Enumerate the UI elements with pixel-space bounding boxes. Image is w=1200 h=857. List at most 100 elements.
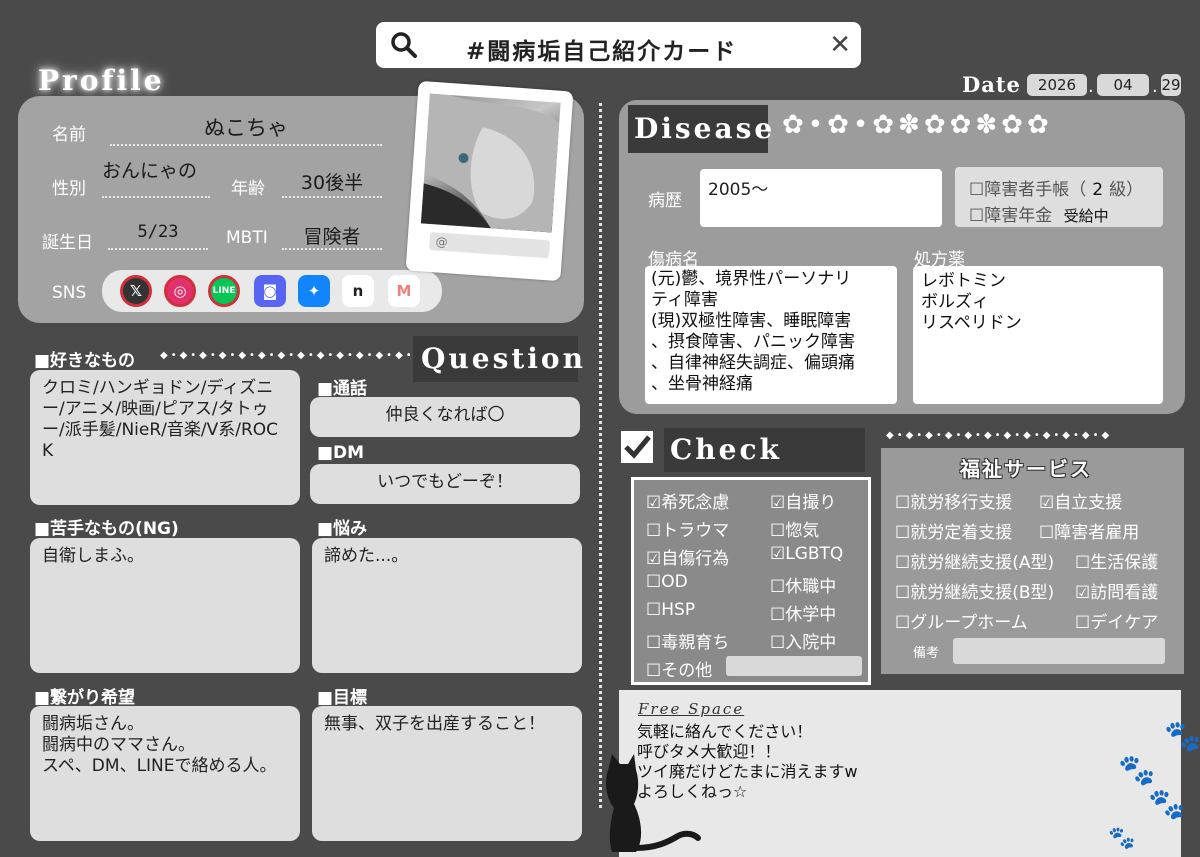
bluesky-icon[interactable]: ✦ [298, 275, 330, 307]
history-box: 2005〜 [700, 169, 942, 227]
connect-box: 闘病垢さん。 闘病中のママさん。 スペ、DM、LINEで絡める人。 [30, 706, 300, 841]
welfare-item[interactable]: ☐生活保護 [1075, 548, 1158, 573]
dotted-rule: ◆•◆•◆•◆•◆•◆•◆•◆•◆•◆•◆•◆•◆•◆• [160, 350, 435, 361]
profile-photo [420, 93, 561, 233]
sns-icon-row: 𝕏 ◎ LINE ◙ ✦ n M [102, 270, 442, 312]
checklist-item[interactable]: ☐毒親育ち [646, 628, 729, 653]
search-icon [391, 32, 417, 58]
diagnosis-line: 、坐骨神経痛 [651, 374, 753, 394]
diagnosis-line: 、自律神経失調症、偏頭痛 [651, 353, 855, 373]
meds-box: レボトミン ボルズィ リスペリドン [913, 266, 1163, 404]
handbook-label: ☐障害者手帳（ [969, 180, 1087, 200]
date-year: 2026 [1027, 74, 1087, 96]
checklist-item[interactable]: ☐休職中 [770, 572, 836, 597]
meds-line: ボルズィ [921, 292, 989, 312]
name-value: ぬこちゃ [110, 112, 382, 146]
likes-title: ■好きなもの [34, 351, 136, 371]
cat-silhouette-icon [606, 754, 701, 852]
checklist-item[interactable]: ☑自撮り [770, 488, 836, 513]
line-icon[interactable]: LINE [208, 275, 240, 307]
disease-tag: Disease [628, 105, 772, 153]
welfare-item[interactable]: ☐就労定着支援 [895, 518, 1012, 543]
mbti-label: MBTI [226, 228, 268, 248]
connect-line: スペ、DM、LINEで絡める人。 [42, 756, 277, 776]
meds-line: リスペリドン [921, 313, 1022, 333]
checklist-item[interactable]: ☑希死念慮 [646, 488, 729, 513]
connect-line: 闘病垢さん。 [42, 714, 144, 734]
welfare-item[interactable]: ☑自立支援 [1039, 488, 1122, 513]
goal-text: 無事、双子を出産すること！ [324, 714, 545, 734]
ng-title: ■苦手なもの(NG) [34, 519, 179, 539]
worry-title: ■悩み [317, 519, 368, 539]
checklist-item[interactable]: ☐HSP [646, 600, 695, 620]
free-space-title: Free Space [638, 700, 745, 718]
question-tag: Question [413, 336, 583, 382]
date-label: Date [962, 72, 1021, 97]
date-separator: . [1152, 76, 1158, 97]
handbook-unit: 級） [1109, 180, 1144, 200]
checklist-item[interactable]: ☐惚気 [770, 516, 819, 541]
checklist-tag: Check List [664, 428, 865, 510]
goal-box: 無事、双子を出産すること！ [312, 706, 582, 841]
welfare-item[interactable]: ☐就労継続支援(B型) [895, 578, 1054, 603]
diagnosis-box: (元)鬱、境界性パーソナリ ティ障害 (現)双極性障害、睡眠障害 、摂食障害、パ… [645, 266, 897, 404]
name-label: 名前 [52, 125, 86, 145]
mbti-value: 冒険者 [282, 222, 382, 250]
other-field[interactable] [726, 656, 862, 676]
welfare-item[interactable]: ☐グループホーム [895, 608, 1028, 633]
note-icon[interactable]: n [342, 275, 374, 307]
call-text: 仲良くなれば〇 [385, 405, 505, 425]
notes-field[interactable] [953, 638, 1165, 664]
ng-text: 自衛しまふ。 [42, 546, 144, 566]
connect-text: 闘病垢さん。 闘病中のママさん。 スペ、DM、LINEで絡める人。 [30, 706, 300, 785]
dm-box: いつでもどーぞ！ [310, 464, 580, 504]
free-space-line: 気軽に絡んでください！ [637, 722, 813, 741]
welfare-title: 福祉サービス [960, 457, 1092, 481]
flower-decoration: ✿•✿•✿✽✿✿✽✿✿ [782, 110, 1053, 140]
handbook-box: ☐障害者手帳（ 2 級） ☐障害年金 受給中 [955, 167, 1163, 227]
checklist-box: ☑希死念慮 ☑自撮り ☐トラウマ ☐惚気 ☑自傷行為 ☑LGBTQ ☐OD ☐休… [631, 477, 871, 685]
connect-title: ■繋がり希望 [34, 688, 136, 708]
checklist-item[interactable]: ☑自傷行為 [646, 544, 729, 569]
worry-box: 諦めた...。 [312, 538, 582, 673]
discord-icon[interactable]: ◙ [254, 275, 286, 307]
dm-title: ■DM [317, 443, 365, 463]
profile-title: Profile [38, 64, 165, 97]
welfare-item[interactable]: ☐就労移行支援 [895, 488, 1012, 513]
call-box: 仲良くなれば〇 [310, 397, 580, 437]
dm-text: いつでもどーぞ！ [377, 472, 513, 492]
card-title: #闘病垢自己紹介カード [466, 39, 738, 65]
checklist-item[interactable]: ☐その他 [646, 656, 712, 681]
diagnosis-line: 、摂食障害、パニック障害 [651, 332, 855, 352]
diagnosis-line: (元)鬱、境界性パーソナリ [651, 269, 852, 289]
welfare-item[interactable]: ☐デイケア [1075, 608, 1158, 633]
title-search-bar[interactable]: #闘病垢自己紹介カード ✕ [376, 22, 861, 68]
dotted-rule: ◆•◆•◆•◆•◆•◆•◆•◆•◆•◆•◆•◆ [886, 430, 1113, 441]
checklist-item[interactable]: ☐OD [646, 572, 688, 592]
date-day: 29 [1161, 74, 1181, 96]
close-icon[interactable]: ✕ [829, 30, 851, 60]
connect-line: 闘病中のママさん。 [42, 735, 195, 755]
welfare-item[interactable]: ☑訪問看護 [1075, 578, 1158, 603]
instagram-icon[interactable]: ◎ [164, 275, 196, 307]
diagnosis-text: (元)鬱、境界性パーソナリ ティ障害 (現)双極性障害、睡眠障害 、摂食障害、パ… [645, 266, 897, 398]
date-separator: . [1088, 76, 1094, 97]
x-icon[interactable]: 𝕏 [120, 275, 152, 307]
welfare-item[interactable]: ☐障害者雇用 [1039, 518, 1139, 543]
pension-label: ☐障害年金 [969, 206, 1053, 226]
checklist-item[interactable]: ☑LGBTQ [770, 544, 843, 564]
checklist-item[interactable]: ☐入院中 [770, 628, 836, 653]
checklist-item[interactable]: ☐休学中 [770, 600, 836, 625]
welfare-item[interactable]: ☐就労継続支援(A型) [895, 548, 1054, 573]
gender-value: おんにゃの [102, 156, 210, 198]
checklist-item[interactable]: ☐トラウマ [646, 516, 729, 541]
misskey-icon[interactable]: M [388, 275, 420, 307]
likes-text: クロミ/ハンギョドン/ディズニー/アニメ/映画/ピアス/タトゥー/派手髪/Nie… [42, 378, 279, 461]
photo-handle: @ [429, 231, 551, 259]
sns-label: SNS [52, 283, 87, 303]
paw-prints-icon: 🐾 🐾 🐾 🐾 [1108, 719, 1200, 852]
likes-box: クロミ/ハンギョドン/ディズニー/アニメ/映画/ピアス/タトゥー/派手髪/Nie… [30, 370, 300, 505]
diagnosis-line: (現)双極性障害、睡眠障害 [651, 311, 852, 331]
worry-text: 諦めた...。 [324, 546, 409, 566]
meds-text: レボトミン ボルズィ リスペリドン [913, 266, 1163, 339]
